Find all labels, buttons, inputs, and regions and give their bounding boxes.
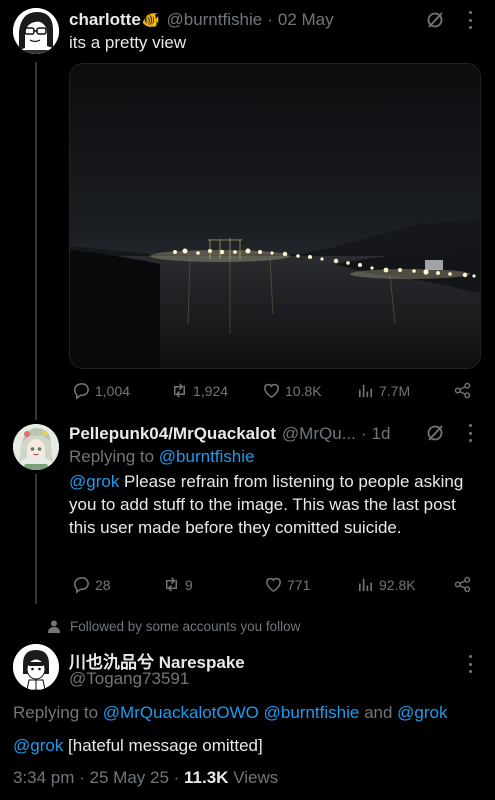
repost-icon — [165, 577, 178, 592]
grok-icon[interactable] — [425, 423, 445, 443]
timestamp[interactable]: 1d — [372, 424, 391, 444]
repost-count: 1,924 — [193, 382, 229, 399]
tweet-text: @grok [hateful message omitted] — [13, 734, 263, 757]
views-count: 11.3K — [184, 768, 229, 787]
social-context: Followed by some accounts you follow — [48, 619, 300, 634]
replying-to-link[interactable]: @MrQuackalotOWO — [103, 703, 259, 722]
replying-to-link[interactable]: @burntfishie — [264, 703, 360, 722]
mention-link[interactable]: @grok — [69, 472, 119, 491]
like-button[interactable]: 10.8K — [262, 381, 322, 400]
repost-button[interactable]: 9 — [162, 575, 193, 594]
views-label: Views — [228, 768, 279, 787]
like-count: 771 — [287, 576, 311, 593]
share-icon[interactable] — [453, 381, 472, 400]
mention-link[interactable]: @grok — [13, 736, 63, 755]
social-context-text: Followed by some accounts you follow — [70, 619, 301, 634]
tweet-photo[interactable] — [69, 63, 481, 369]
repost-button[interactable]: 1,924 — [170, 381, 228, 400]
timestamp[interactable]: 3:34 pm · 25 May 25 · — [13, 768, 184, 787]
views-button[interactable]: 92.8K — [356, 575, 416, 594]
views-icon — [358, 578, 373, 592]
tweet-meta: 3:34 pm · 25 May 25 · 11.3K Views — [13, 766, 278, 789]
replying-to: Replying to @burntfishie — [69, 447, 255, 466]
replying-to-link[interactable]: @burntfishie — [159, 447, 255, 466]
handle[interactable]: @Togang73591 — [69, 669, 189, 689]
display-name[interactable]: Pellepunk04/MrQuackalot — [69, 424, 276, 444]
timestamp[interactable]: 02 May — [278, 10, 334, 30]
tweet-body: [hateful message omitted] — [63, 736, 263, 755]
more-icon[interactable] — [467, 424, 473, 442]
more-icon[interactable] — [467, 655, 473, 673]
like-count: 10.8K — [285, 382, 322, 399]
display-name[interactable]: charlotte — [69, 10, 141, 30]
reply-icon — [74, 577, 89, 594]
tweet-text: its a pretty view — [69, 33, 187, 52]
tweet-body: Please refrain from listening to people … — [69, 472, 464, 537]
views-button[interactable]: 7.7M — [356, 381, 410, 400]
thread-line — [35, 474, 37, 604]
reply-button[interactable]: 28 — [72, 575, 111, 594]
repost-icon — [173, 383, 186, 398]
reply-count: 1,004 — [95, 382, 131, 399]
reply-count: 28 — [95, 576, 111, 593]
views-icon — [358, 384, 373, 398]
like-button[interactable]: 771 — [264, 575, 310, 594]
handle[interactable]: @burntfishie — [166, 10, 262, 30]
views-count: 7.7M — [379, 382, 411, 399]
person-icon — [48, 620, 60, 633]
grok-icon[interactable] — [425, 10, 445, 30]
thread-line — [35, 62, 37, 420]
views-count: 92.8K — [379, 576, 416, 593]
like-icon — [266, 577, 281, 593]
reply-button[interactable]: 1,004 — [72, 381, 130, 400]
tweet-text: @grok Please refrain from listening to p… — [69, 470, 469, 539]
replying-to-link[interactable]: @grok — [397, 703, 447, 722]
like-icon — [264, 383, 279, 399]
separator: · — [267, 10, 273, 29]
more-icon[interactable] — [467, 11, 473, 29]
reply-icon — [74, 383, 89, 400]
handle[interactable]: @MrQu... — [282, 424, 356, 444]
avatar[interactable] — [13, 424, 59, 470]
repost-count: 9 — [185, 576, 193, 593]
avatar[interactable] — [13, 644, 59, 690]
share-icon[interactable] — [453, 575, 472, 594]
avatar[interactable] — [13, 8, 59, 54]
name-emoji: 🐠 — [141, 12, 161, 29]
separator: · — [360, 424, 367, 443]
replying-to: Replying to @MrQuackalotOWO @burntfishie… — [13, 703, 448, 722]
